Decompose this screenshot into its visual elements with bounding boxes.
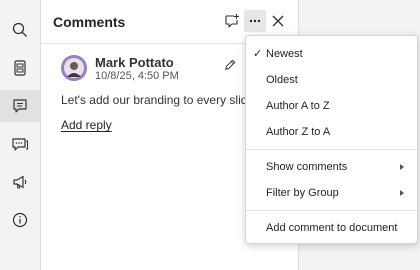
close-icon (272, 15, 284, 27)
edit-comment-button[interactable] (221, 56, 239, 74)
close-button[interactable] (267, 10, 289, 32)
chat-button[interactable] (0, 128, 40, 160)
menu-item-label: Oldest (266, 74, 298, 86)
menu-item-label: Add comment to document (266, 222, 398, 234)
new-comment-icon (225, 14, 239, 28)
more-options-button[interactable] (244, 10, 266, 32)
comment-author: Mark Pottato (95, 55, 174, 70)
slides-icon (14, 60, 26, 76)
info-button[interactable] (0, 204, 40, 236)
search-button[interactable] (0, 14, 40, 46)
menu-divider (246, 149, 417, 150)
info-icon (12, 212, 28, 228)
menu-item-label: Author Z to A (266, 126, 331, 138)
pencil-icon (225, 59, 236, 70)
menu-divider (246, 210, 417, 211)
chevron-right-icon (400, 190, 404, 196)
menu-item-author-z-a[interactable]: Author Z to A (246, 120, 417, 144)
left-rail (0, 0, 41, 270)
chevron-right-icon (400, 164, 404, 170)
comments-options-menu: ✓ Newest Oldest Author A to Z Author Z t… (245, 35, 418, 244)
menu-item-newest[interactable]: ✓ Newest (246, 42, 417, 66)
search-icon (12, 22, 27, 37)
menu-item-label: Author A to Z (266, 100, 330, 112)
avatar (61, 55, 87, 81)
menu-item-add-comment-to-document[interactable]: Add comment to document (246, 216, 417, 240)
comments-icon (13, 99, 27, 113)
menu-item-show-comments[interactable]: Show comments (246, 155, 417, 179)
checkmark-icon: ✓ (253, 48, 263, 60)
menu-item-label: Filter by Group (266, 187, 339, 199)
comments-pane-button[interactable] (0, 90, 40, 122)
more-options-icon (249, 19, 261, 23)
new-comment-button[interactable] (221, 10, 243, 32)
menu-item-author-a-z[interactable]: Author A to Z (246, 94, 417, 118)
message-dots-icon (12, 138, 28, 151)
slides-button[interactable] (0, 52, 40, 84)
comment-timestamp: 10/8/25, 4:50 PM (95, 70, 179, 82)
person-avatar-icon (61, 55, 87, 81)
menu-item-oldest[interactable]: Oldest (246, 68, 417, 92)
announcements-button[interactable] (0, 166, 40, 198)
panel-title: Comments (53, 14, 126, 30)
menu-item-label: Newest (266, 48, 303, 60)
menu-item-label: Show comments (266, 161, 348, 173)
add-reply-link[interactable]: Add reply (61, 118, 112, 132)
megaphone-icon (13, 175, 27, 189)
menu-item-filter-by-group[interactable]: Filter by Group (246, 181, 417, 205)
